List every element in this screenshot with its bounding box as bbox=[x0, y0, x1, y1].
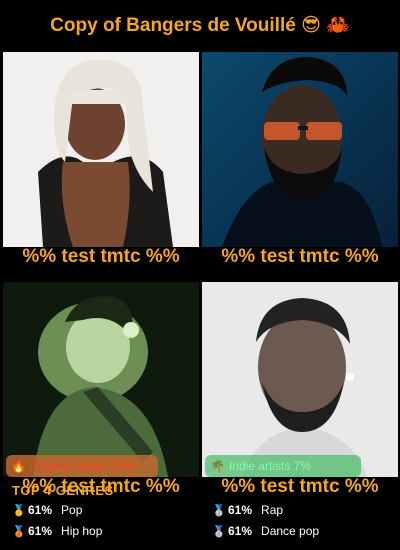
artist-image-2[interactable] bbox=[202, 52, 398, 247]
indie-artists-label: Indie artists 7% bbox=[228, 459, 311, 473]
silver-medal-icon: 🥈 bbox=[212, 525, 226, 538]
genre-percent: 61% bbox=[228, 524, 253, 538]
genre-name: Rap bbox=[261, 503, 284, 517]
playlist-title: Copy of Bangers de Vouillé 😎 🦀 bbox=[50, 15, 350, 36]
artist-image-4[interactable] bbox=[202, 282, 398, 477]
genre-name: Hip hop bbox=[61, 524, 103, 538]
genre-name: Dance pop bbox=[261, 524, 320, 538]
genre-name: Pop bbox=[61, 503, 83, 517]
genre-item: 🥉 61% Hip hop bbox=[12, 524, 102, 538]
fire-icon: 🔥 bbox=[11, 459, 26, 473]
artist-image-3[interactable] bbox=[3, 282, 199, 477]
artist-image-1[interactable] bbox=[3, 52, 199, 247]
gold-medal-icon: 🥇 bbox=[12, 504, 26, 517]
genre-item: 🥈 61% Rap bbox=[212, 503, 283, 517]
bronze-medal-icon: 🥉 bbox=[12, 525, 26, 538]
popular-artists-badge: 🔥 Popular artists 93% bbox=[6, 455, 158, 477]
tile-caption-4: %% test tmtc %% bbox=[221, 476, 379, 497]
top-genres-title: TOP 4 GENRES bbox=[12, 483, 114, 498]
silver-medal-icon: 🥈 bbox=[212, 504, 226, 517]
genre-percent: 61% bbox=[28, 503, 53, 517]
popular-artists-label: Popular artists 93% bbox=[29, 459, 135, 473]
palm-tree-icon: 🌴 bbox=[210, 459, 225, 473]
genre-item: 🥇 61% Pop bbox=[12, 503, 82, 517]
genre-percent: 61% bbox=[228, 503, 253, 517]
tile-caption-2: %% test tmtc %% bbox=[221, 246, 379, 267]
indie-artists-badge: 🌴 Indie artists 7% bbox=[205, 455, 361, 477]
genre-item: 🥈 61% Dance pop bbox=[212, 524, 319, 538]
genre-percent: 61% bbox=[28, 524, 53, 538]
tile-caption-1: %% test tmtc %% bbox=[22, 246, 180, 267]
